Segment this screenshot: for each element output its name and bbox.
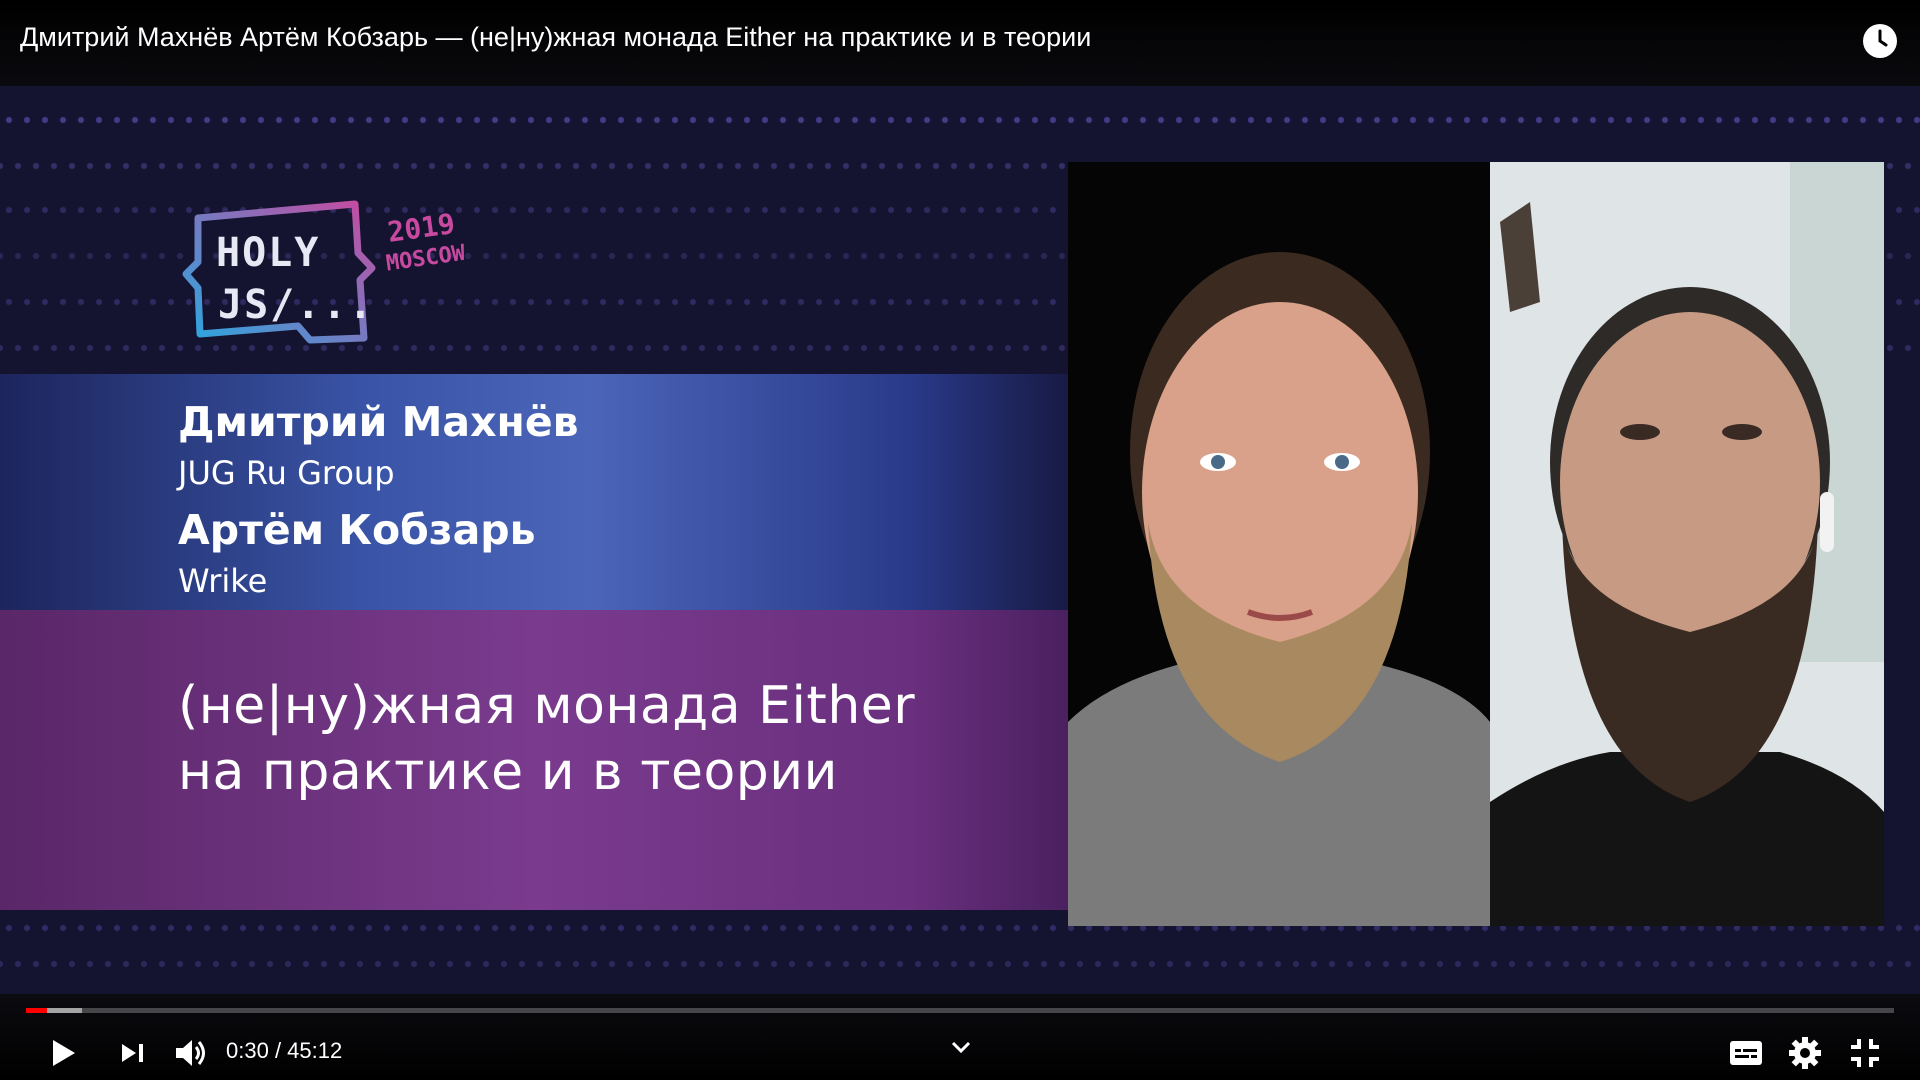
speaker-2-photo bbox=[1490, 162, 1884, 926]
speaker-2-company: Wrike bbox=[178, 562, 268, 600]
speaker-2-name: Артём Кобзарь bbox=[178, 506, 536, 554]
speakers-band: Дмитрий Махнёв JUG Ru Group Артём Кобзар… bbox=[0, 374, 1070, 610]
video-title[interactable]: Дмитрий Махнёв Артём Кобзарь — (не|ну)жн… bbox=[20, 22, 1091, 53]
speaker-1-company: JUG Ru Group bbox=[178, 454, 395, 492]
speaker-1-photo bbox=[1068, 162, 1490, 926]
exit-fullscreen-icon[interactable] bbox=[1848, 1036, 1882, 1075]
next-icon[interactable] bbox=[116, 1036, 150, 1075]
progress-bar[interactable] bbox=[26, 1008, 1894, 1013]
player-controls: 0:30 / 45:12 bbox=[0, 994, 1920, 1080]
talk-title-line-1: (не|ну)жная монада Either bbox=[178, 676, 916, 736]
time-display: 0:30 / 45:12 bbox=[226, 1038, 342, 1064]
holyjs-logo: HOLY JS/... 2019 MOSCOW bbox=[180, 198, 520, 348]
volume-icon[interactable] bbox=[172, 1034, 210, 1077]
title-bar: Дмитрий Махнёв Артём Кобзарь — (не|ну)жн… bbox=[0, 0, 1920, 86]
subtitles-icon[interactable] bbox=[1728, 1036, 1764, 1075]
talk-title-line-2: на практике и в теории bbox=[178, 742, 838, 802]
logo-text-holy: HOLY bbox=[216, 230, 320, 276]
duration: 45:12 bbox=[287, 1038, 343, 1063]
watch-later-icon[interactable] bbox=[1863, 24, 1897, 58]
settings-icon[interactable] bbox=[1788, 1036, 1822, 1075]
talk-title-band: (не|ну)жная монада Either на практике и … bbox=[0, 610, 1070, 910]
decor-pattern bbox=[0, 952, 1920, 976]
progress-played bbox=[26, 1008, 47, 1013]
current-time: 0:30 bbox=[226, 1038, 269, 1063]
video-frame[interactable]: HOLY JS/... 2019 MOSCOW Дмитрий Махнёв J… bbox=[0, 86, 1920, 994]
logo-text-js: JS/... bbox=[218, 282, 375, 328]
play-icon[interactable] bbox=[46, 1036, 80, 1075]
chevron-down-icon[interactable] bbox=[950, 1040, 972, 1059]
speaker-1-name: Дмитрий Махнёв bbox=[178, 398, 579, 446]
time-separator: / bbox=[268, 1038, 288, 1063]
decor-pattern bbox=[0, 108, 1920, 132]
